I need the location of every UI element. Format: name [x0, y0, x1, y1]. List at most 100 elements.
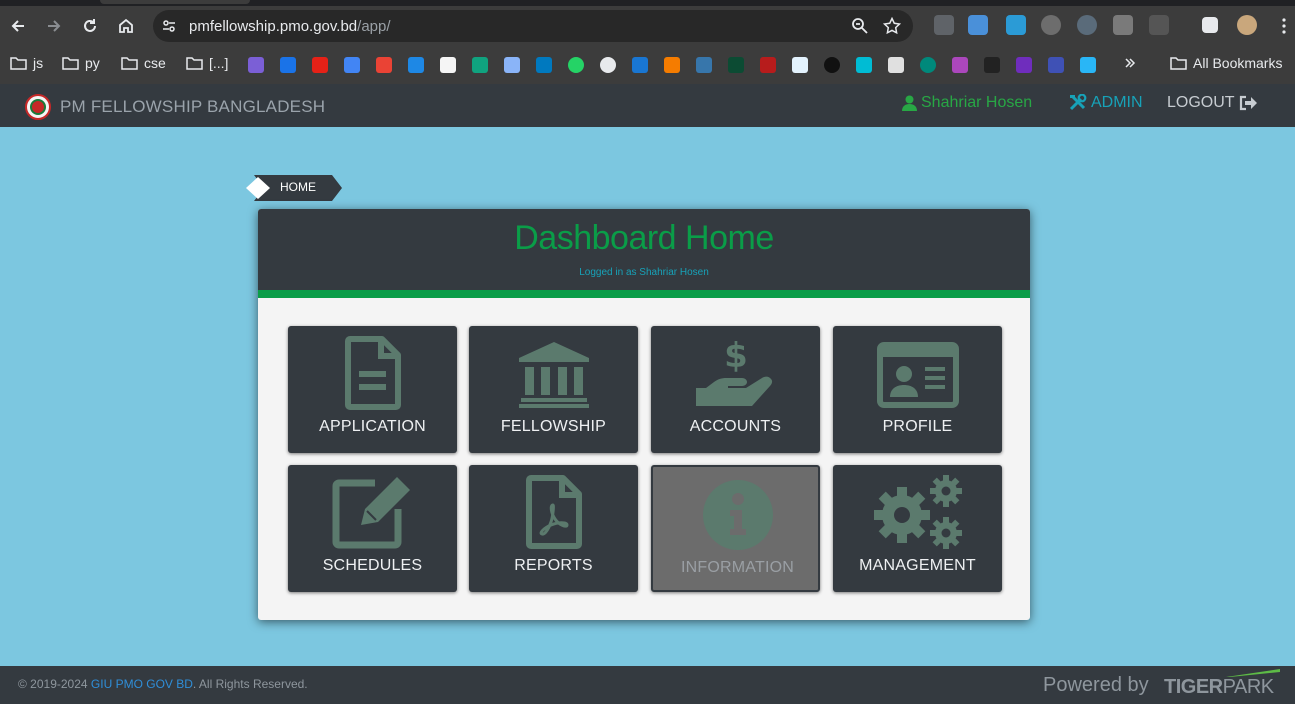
folder-icon [1170, 57, 1187, 70]
extension-target-icon[interactable] [1041, 15, 1061, 35]
bookmark-label: py [85, 55, 100, 71]
govt-logo[interactable] [25, 94, 51, 120]
bookmark-favicon[interactable] [280, 57, 296, 73]
copyright-prefix: © 2019-2024 [18, 677, 88, 691]
breadcrumb-home[interactable]: HOME [280, 180, 316, 194]
home-icon[interactable] [114, 14, 138, 38]
url-text: pmfellowship.pmo.gov.bd/app/ [189, 18, 391, 35]
tile-schedules[interactable]: SCHEDULES [288, 465, 457, 592]
bookmark-folder-more[interactable]: [...] [186, 52, 228, 74]
side-panel-icon[interactable] [1202, 17, 1218, 33]
whatsapp-icon[interactable] [568, 57, 584, 73]
bookmark-folder-py[interactable]: py [62, 52, 100, 74]
bookmark-folder-cse[interactable]: cse [121, 52, 166, 74]
bootstrap-icon[interactable] [1016, 57, 1032, 73]
bookmark-favicon[interactable] [952, 57, 968, 73]
share-icon[interactable] [632, 57, 648, 73]
powered-by-text: Powered by [1043, 674, 1149, 696]
tile-label: MANAGEMENT [859, 557, 976, 574]
zoom-icon[interactable] [851, 17, 869, 35]
all-bookmarks-label: All Bookmarks [1193, 55, 1283, 71]
bookmark-favicon[interactable] [664, 57, 680, 73]
folder-icon [121, 57, 138, 70]
tile-accounts[interactable]: $ ACCOUNTS [651, 326, 820, 453]
bookmark-favicon[interactable] [1080, 57, 1096, 73]
tile-management[interactable]: MANAGEMENT [833, 465, 1002, 592]
bookmark-favicon[interactable] [248, 57, 264, 73]
extension-arrow-icon[interactable] [1006, 15, 1026, 35]
django-icon[interactable] [728, 57, 744, 73]
forward-icon[interactable] [42, 14, 66, 38]
gears-icon [833, 475, 1002, 553]
gmail-icon[interactable] [376, 57, 392, 73]
extension-vue-icon[interactable] [1113, 15, 1133, 35]
profile-avatar-icon[interactable] [1237, 15, 1257, 35]
browser-menu-icon[interactable] [1272, 14, 1295, 38]
tile-label: REPORTS [514, 557, 593, 574]
bookmark-favicon[interactable] [888, 57, 904, 73]
vendor-name-bold: TIGER [1164, 676, 1223, 698]
user-icon [902, 95, 917, 111]
bookmark-favicon[interactable] [760, 57, 776, 73]
bookmark-favicon[interactable] [920, 57, 936, 73]
vendor-logo-swoosh [1226, 669, 1280, 677]
youtube-icon[interactable] [312, 57, 328, 73]
copyright-suffix: . All Rights Reserved. [192, 677, 308, 691]
extensions-puzzle-icon[interactable] [1149, 15, 1169, 35]
logout-label: LOGOUT [1167, 94, 1235, 111]
card-header: Dashboard Home Logged in as Shahriar Hos… [258, 209, 1030, 290]
vendor-logo[interactable]: TIGERPARK [1164, 676, 1274, 699]
bookmark-label: [...] [209, 55, 229, 71]
github-icon[interactable] [600, 57, 616, 73]
gemini-icon[interactable] [504, 57, 520, 73]
address-bar[interactable]: pmfellowship.pmo.gov.bd/app/ [153, 10, 913, 42]
extension-dots-icon[interactable] [934, 15, 954, 35]
bookmark-label: js [33, 55, 44, 71]
back-icon[interactable] [6, 14, 30, 38]
bookmarks-bar: js py cse [...] All Bookmarks [0, 48, 1295, 78]
tools-icon [1069, 94, 1087, 111]
copyright: © 2019-2024 GIU PMO GOV BD. All Rights R… [18, 677, 308, 691]
bookmark-favicon[interactable] [856, 57, 872, 73]
python-icon[interactable] [696, 57, 712, 73]
active-tab[interactable] [100, 0, 250, 4]
bookmark-folder-js[interactable]: js [10, 52, 43, 74]
site-settings-icon[interactable] [161, 18, 177, 34]
tile-information[interactable]: INFORMATION [651, 465, 820, 592]
edit-icon [288, 475, 457, 553]
nav-admin-link[interactable]: ADMIN [1069, 94, 1143, 112]
translate-icon[interactable] [344, 57, 360, 73]
extension-fi-icon[interactable] [968, 15, 988, 35]
sign-out-icon [1239, 95, 1257, 111]
brand-title[interactable]: PM FELLOWSHIP BANGLADESH [60, 97, 325, 117]
all-bookmarks-folder[interactable]: All Bookmarks [1170, 52, 1282, 74]
nav-user-link[interactable]: Shahriar Hosen [902, 94, 1032, 112]
nav-user-label: Shahriar Hosen [921, 94, 1033, 111]
header-accent-stripe [258, 290, 1030, 298]
page-title: Dashboard Home [514, 219, 774, 257]
dashboard-card: Dashboard Home Logged in as Shahriar Hos… [258, 209, 1030, 620]
browser-chrome: pmfellowship.pmo.gov.bd/app/ js py cse [… [0, 0, 1295, 84]
nextjs-icon[interactable] [824, 57, 840, 73]
tile-application[interactable]: APPLICATION [288, 326, 457, 453]
pdf-file-icon [469, 475, 638, 553]
info-icon [653, 477, 822, 555]
tile-reports[interactable]: REPORTS [469, 465, 638, 592]
bookmark-favicon[interactable] [1048, 57, 1064, 73]
logout-button[interactable]: LOGOUT [1167, 94, 1257, 112]
bookmark-favicon[interactable] [984, 57, 1000, 73]
trello-icon[interactable] [536, 57, 552, 73]
bookmark-star-icon[interactable] [883, 17, 901, 35]
tile-profile[interactable]: PROFILE [833, 326, 1002, 453]
chatgpt-icon[interactable] [472, 57, 488, 73]
browser-toolbar: pmfellowship.pmo.gov.bd/app/ [0, 6, 1295, 46]
reload-icon[interactable] [78, 14, 102, 38]
extension-react-icon[interactable] [1077, 15, 1097, 35]
calendar-icon[interactable] [408, 57, 424, 73]
bookmark-favicon[interactable] [792, 57, 808, 73]
tile-fellowship[interactable]: FELLOWSHIP [469, 326, 638, 453]
copyright-link[interactable]: GIU PMO GOV BD [91, 677, 193, 691]
more-bookmarks-icon[interactable] [1124, 52, 1142, 74]
bank-icon [469, 336, 638, 414]
notion-icon[interactable] [440, 57, 456, 73]
